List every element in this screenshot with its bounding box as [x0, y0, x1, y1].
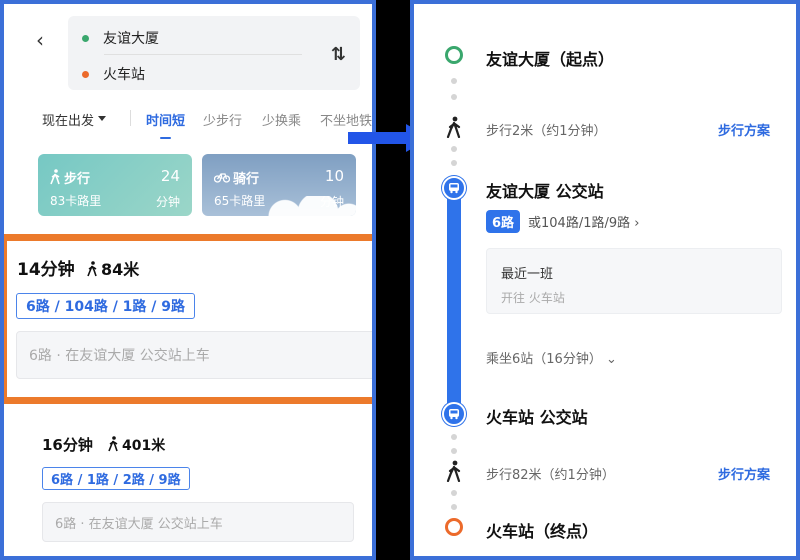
- bicycle-icon: [214, 173, 230, 183]
- plan-bus-lines: 6路 / 104路 / 1路 / 9路: [16, 293, 196, 319]
- path-dot: [451, 504, 457, 510]
- bus-route-line: [447, 186, 461, 414]
- walk-calories: 83卡路里: [50, 194, 102, 208]
- swap-icon[interactable]: ⇅: [331, 44, 346, 65]
- tab-fastest[interactable]: 时间短: [146, 110, 185, 139]
- next-bus-direction: 开往 火车站: [501, 291, 565, 305]
- plan-boarding-hint: 6路 · 在友谊大厦 公交站上车: [16, 331, 372, 379]
- tab-less-walking[interactable]: 少步行: [203, 110, 242, 129]
- bike-minutes: 10: [324, 167, 344, 185]
- path-dot: [451, 448, 457, 454]
- walk-minutes: 24: [160, 167, 180, 185]
- route-detail-panel: 友谊大厦（起点） 步行2米（约1分钟） 步行方案 友谊大厦 公交站 6路 或10…: [410, 0, 800, 560]
- walk-minutes-unit: 分钟: [155, 195, 180, 209]
- origin-field[interactable]: 友谊大厦: [82, 28, 159, 48]
- pedestrian-icon: [446, 116, 461, 138]
- route-options-panel: ‹ 友谊大厦 火车站 ⇅ 现在出发 时间短 少步行 少换乘 不坐地铁 步行 83…: [0, 0, 376, 560]
- end-marker-icon: [445, 518, 463, 536]
- walk-plan-link-2[interactable]: 步行方案: [718, 464, 770, 483]
- bus-line-chip[interactable]: 6路: [486, 210, 521, 233]
- bike-minutes-unit: 分钟: [319, 195, 344, 209]
- path-dot: [451, 146, 457, 152]
- bike-calories: 65卡路里: [214, 194, 266, 208]
- bike-mode-card[interactable]: 骑行 65卡路里 10 分钟: [202, 154, 356, 216]
- path-dot: [451, 78, 457, 84]
- pedestrian-icon: [446, 460, 461, 482]
- destination-name: 火车站: [103, 67, 145, 83]
- walk-segment-1: 步行2米（约1分钟）: [486, 124, 607, 139]
- bus-icon: [442, 176, 466, 200]
- plan-walk-distance: 401米: [108, 435, 165, 455]
- plan-duration: 16分钟: [42, 436, 93, 454]
- start-stop-name: 友谊大厦（起点）: [486, 50, 615, 69]
- depart-time-dropdown[interactable]: 现在出发: [42, 110, 106, 129]
- end-stop-name: 火车站（终点）: [486, 522, 599, 541]
- chevron-right-icon: ›: [634, 216, 640, 231]
- boarding-stop-name: 友谊大厦 公交站: [486, 182, 604, 201]
- selected-plan-card[interactable]: 14分钟 84米 6路 / 104路 / 1路 / 9路 6路 · 在友谊大厦 …: [4, 234, 372, 404]
- pedestrian-icon: [87, 261, 97, 277]
- plan-duration: 14分钟: [17, 260, 75, 280]
- origin-dot: [82, 34, 89, 42]
- route-endpoints: 友谊大厦 火车站 ⇅: [68, 16, 360, 90]
- tab-divider: [130, 110, 131, 126]
- alighting-stop-name: 火车站 公交站: [486, 408, 588, 427]
- destination-field[interactable]: 火车站: [82, 64, 145, 84]
- alternative-lines[interactable]: 或104路/1路/9路 ›: [528, 212, 639, 231]
- path-dot: [451, 434, 457, 440]
- chevron-down-icon: ⌄: [605, 352, 617, 367]
- walk-segment-2: 步行82米（约1分钟）: [486, 468, 615, 483]
- tab-fewer-transfers[interactable]: 少换乘: [262, 110, 301, 129]
- start-marker-icon: [445, 46, 463, 64]
- bike-mode-title: 骑行: [214, 168, 259, 187]
- ride-stops-toggle[interactable]: 乘坐6站（16分钟） ⌄: [486, 348, 617, 367]
- next-bus-card: 最近一班 开往 火车站: [486, 248, 782, 314]
- pedestrian-icon: [108, 436, 118, 452]
- pedestrian-icon: [50, 169, 60, 185]
- plan-filter-tabs: 现在出发 时间短 少步行 少换乘 不坐地铁: [4, 104, 372, 139]
- path-dot: [451, 490, 457, 496]
- next-bus-title: 最近一班: [501, 267, 554, 282]
- destination-dot: [82, 70, 89, 78]
- path-dot: [451, 94, 457, 100]
- walk-plan-link-1[interactable]: 步行方案: [718, 120, 770, 139]
- origin-name: 友谊大厦: [103, 31, 159, 47]
- divider: [104, 54, 302, 55]
- bus-icon: [442, 402, 466, 426]
- walk-mode-card[interactable]: 步行 83卡路里 24 分钟: [38, 154, 192, 216]
- plan-bus-lines: 6路 / 1路 / 2路 / 9路: [42, 467, 190, 490]
- plan-boarding-hint: 6路 · 在友谊大厦 公交站上车: [42, 502, 354, 542]
- chevron-left-icon[interactable]: ‹: [36, 30, 56, 50]
- walk-mode-title: 步行: [50, 168, 90, 187]
- plan-walk-distance: 84米: [87, 256, 139, 280]
- path-dot: [451, 160, 457, 166]
